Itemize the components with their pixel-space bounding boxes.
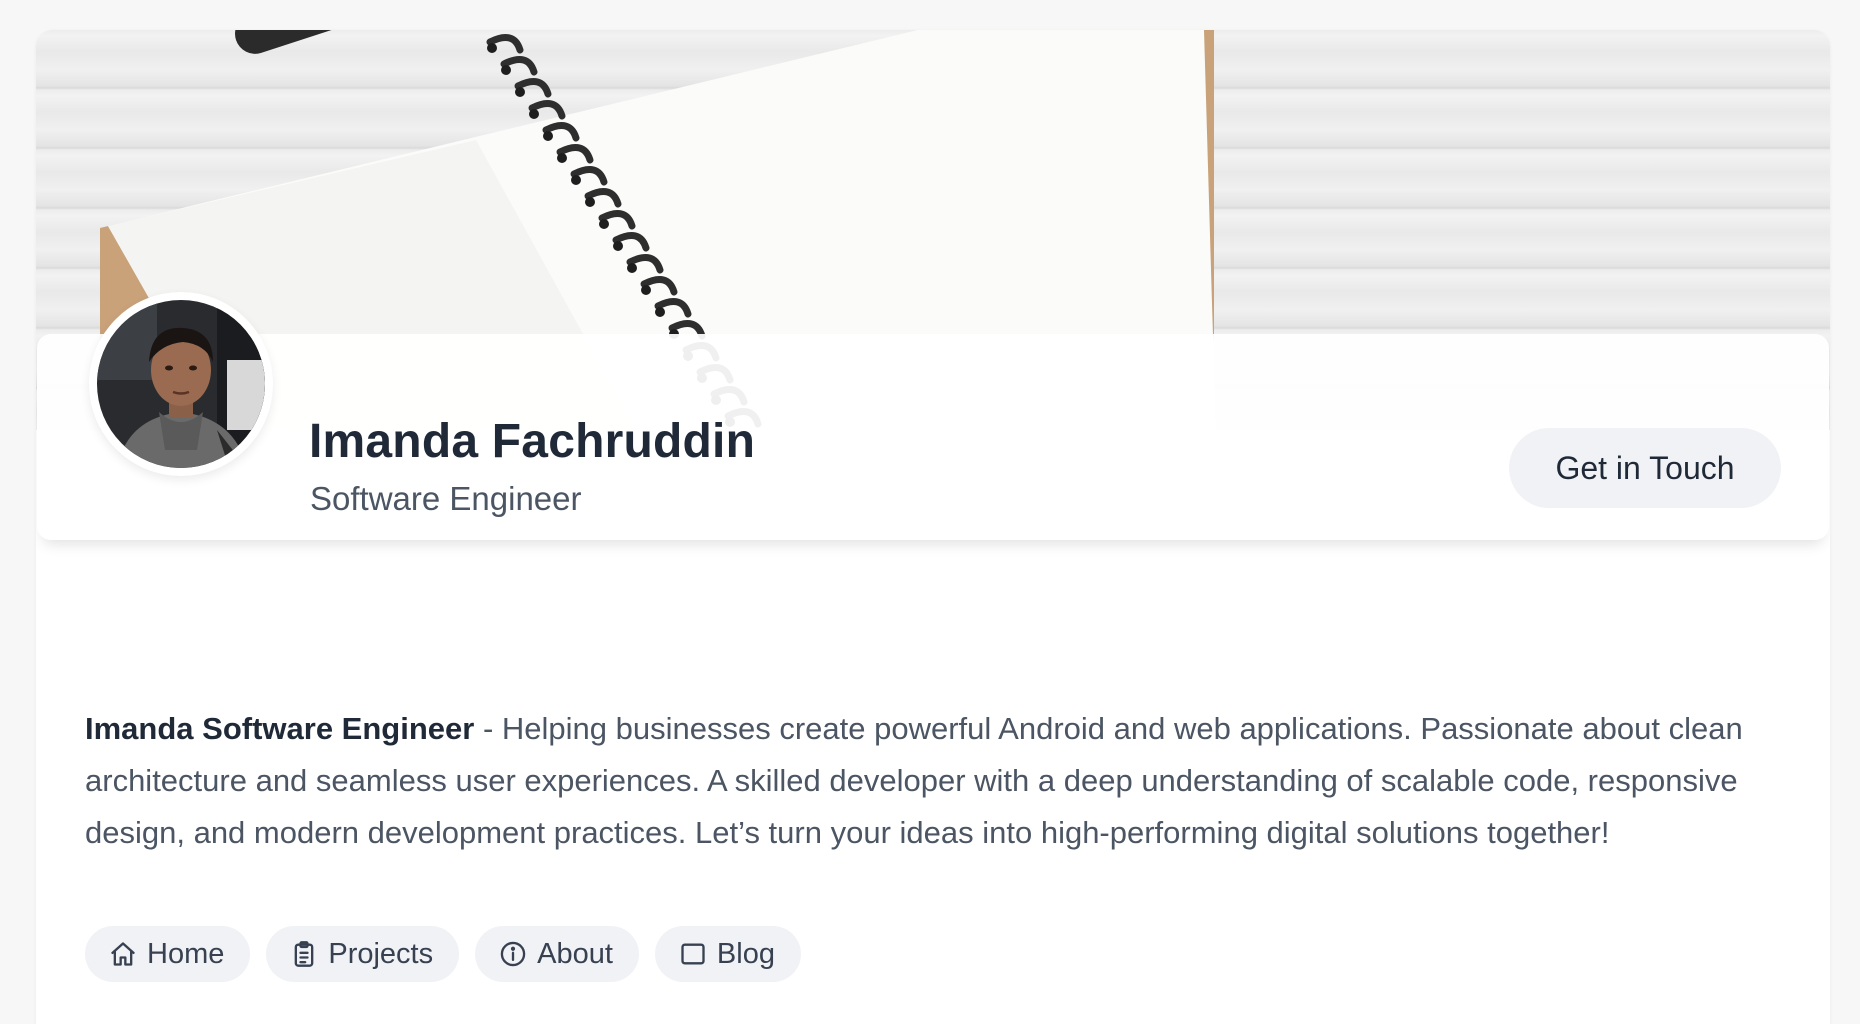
profile-role: Software Engineer (310, 480, 582, 517)
nav-item-label: Projects (328, 937, 434, 970)
profile-nav: Home Projects About Blog (85, 926, 801, 982)
nav-item-label: Blog (716, 937, 775, 970)
nav-item-blog[interactable]: Blog (654, 926, 801, 982)
profile-name: Imanda Fachruddin (309, 415, 756, 468)
clipboard-icon (290, 940, 318, 968)
avatar (89, 292, 273, 476)
profile-card: Imanda Fachruddin Software Engineer Get … (36, 30, 1830, 1024)
home-icon (109, 940, 137, 968)
profile-header: Imanda Fachruddin Software Engineer Get … (37, 292, 1829, 540)
square-icon (679, 940, 707, 968)
nav-item-about[interactable]: About (475, 926, 639, 982)
nav-item-projects[interactable]: Projects (266, 926, 460, 982)
intro-paragraph: Imanda Software Engineer - Helping busin… (85, 703, 1785, 859)
info-icon (499, 940, 527, 968)
nav-item-label: About (537, 937, 613, 970)
page: Imanda Fachruddin Software Engineer Get … (0, 0, 1860, 1024)
profile-photo (97, 300, 265, 468)
nav-item-home[interactable]: Home (85, 926, 251, 982)
intro-highlight: Imanda Software Engineer (85, 711, 475, 746)
nav-item-label: Home (147, 937, 225, 970)
get-in-touch-button[interactable]: Get in Touch (1509, 428, 1781, 508)
